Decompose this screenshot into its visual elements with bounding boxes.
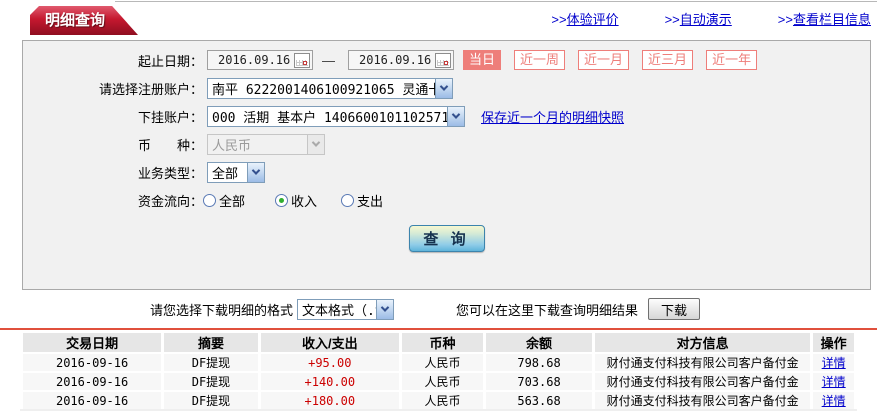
cell-amount: +180.00 — [260, 392, 399, 409]
cell-currency: 人民币 — [401, 354, 484, 371]
save-snapshot-link[interactable]: 保存近一个月的明细快照 — [481, 107, 624, 126]
flow-option-income[interactable]: 收入 — [275, 191, 317, 210]
col-header-summary: 摘要 — [164, 333, 258, 352]
query-button[interactable]: 查 询 — [408, 225, 485, 252]
fund-flow-row: 资金流向： 全部 收入 支出 — [23, 189, 870, 211]
cell-date: 2016-09-16 — [23, 373, 162, 390]
detail-query-page: 明细查询 >>体验评价 >>自动演示 >>查看栏目信息 起止日期： 2016.0… — [0, 0, 877, 411]
date-to-input[interactable]: 2016.09.16 — [348, 50, 454, 70]
calendar-icon[interactable] — [435, 52, 451, 68]
table-row: 2016-09-16 DF提现 +180.00 人民币 563.68 财付通支付… — [23, 392, 854, 409]
tab-detail-query[interactable]: 明细查询 — [30, 6, 138, 35]
col-header-balance: 余额 — [486, 333, 592, 352]
date-to-value: 2016.09.16 — [359, 53, 432, 67]
table-header-row: 交易日期 摘要 收入/支出 币种 余额 对方信息 操作 — [23, 333, 854, 352]
chevron-down-icon — [307, 134, 324, 154]
link-experience-rating[interactable]: >>体验评价 — [551, 9, 618, 28]
sub-account-select[interactable]: 000 活期 基本户 1406600101102571848 — [207, 105, 465, 127]
cell-summary: DF提现 — [164, 354, 258, 371]
cell-summary: DF提现 — [164, 373, 258, 390]
cell-currency: 人民币 — [401, 373, 484, 390]
flow-radio-expense[interactable] — [341, 193, 355, 207]
sub-account-value: 000 活期 基本户 1406600101102571848 — [212, 110, 447, 126]
registered-account-row: 请选择注册账户： 南平 6222001406100921065 灵通卡 — [23, 77, 870, 99]
registered-account-select[interactable]: 南平 6222001406100921065 灵通卡 — [207, 77, 453, 99]
date-from-value: 2016.09.16 — [218, 53, 291, 67]
calendar-icon[interactable] — [294, 52, 310, 68]
cell-summary: DF提现 — [164, 392, 258, 409]
range-button-last-month[interactable]: 近一月 — [578, 50, 630, 70]
query-button-row: 查 询 — [23, 225, 870, 252]
business-type-row: 业务类型： 全部 — [23, 161, 870, 183]
chevron-down-icon[interactable] — [435, 78, 452, 98]
cell-amount: +140.00 — [260, 373, 399, 390]
detail-link[interactable]: 详情 — [822, 375, 846, 389]
range-button-last-year[interactable]: 近一年 — [706, 50, 758, 70]
download-format-select[interactable]: 文本格式（.txt） — [297, 298, 395, 320]
col-header-amount: 收入/支出 — [260, 333, 399, 352]
range-button-last-3-months[interactable]: 近三月 — [642, 50, 694, 70]
header-links: >>体验评价 >>自动演示 >>查看栏目信息 — [551, 0, 871, 36]
cell-counterparty: 财付通支付科技有限公司客户备付金 — [594, 392, 811, 409]
link-view-column-info[interactable]: >>查看栏目信息 — [778, 9, 871, 28]
col-header-currency: 币种 — [401, 333, 484, 352]
download-format-label: 请您选择下载明细的格式 — [150, 302, 294, 318]
business-type-select[interactable]: 全部 — [207, 161, 265, 183]
query-form-panel: 起止日期： 2016.09.16 — 2016.09.16 当日 近一周 近一月… — [22, 40, 871, 290]
results-table-wrap: 交易日期 摘要 收入/支出 币种 余额 对方信息 操作 2016-09-16 D… — [20, 331, 857, 411]
cell-date: 2016-09-16 — [23, 392, 162, 409]
table-row: 2016-09-16 DF提现 +95.00 人民币 798.68 财付通支付科… — [23, 354, 854, 371]
date-separator: — — [322, 52, 335, 68]
table-divider — [0, 328, 877, 330]
cell-balance: 798.68 — [486, 354, 592, 371]
cell-counterparty: 财付通支付科技有限公司客户备付金 — [594, 373, 811, 390]
table-row: 2016-09-16 DF提现 +140.00 人民币 703.68 财付通支付… — [23, 373, 854, 390]
download-button[interactable]: 下载 — [648, 298, 701, 320]
currency-label: 币 种： — [137, 137, 203, 153]
detail-link[interactable]: 详情 — [822, 394, 846, 408]
flow-radio-all[interactable] — [203, 193, 216, 207]
cell-action: 详情 — [813, 392, 854, 409]
download-format-value: 文本格式（.txt） — [302, 303, 376, 319]
date-range-row: 起止日期： 2016.09.16 — 2016.09.16 当日 近一周 近一月… — [23, 49, 870, 71]
cell-amount: +95.00 — [260, 354, 399, 371]
sub-account-label: 下挂账户： — [137, 109, 203, 125]
business-type-label: 业务类型： — [137, 165, 203, 181]
cell-counterparty: 财付通支付科技有限公司客户备付金 — [594, 354, 811, 371]
fund-flow-label: 资金流向： — [137, 193, 203, 209]
download-hint: 您可以在这里下载查询明细结果 — [456, 302, 639, 318]
currency-row: 币 种： 人民币 — [23, 133, 870, 155]
flow-option-expense[interactable]: 支出 — [341, 191, 383, 210]
col-header-counterparty: 对方信息 — [594, 333, 811, 352]
download-row: 请您选择下载明细的格式 文本格式（.txt） 您可以在这里下载查询明细结果 下载 — [0, 290, 877, 328]
sub-account-row: 下挂账户： 000 活期 基本户 1406600101102571848 保存近… — [23, 105, 870, 127]
date-from-input[interactable]: 2016.09.16 — [207, 50, 313, 70]
flow-option-all[interactable]: 全部 — [203, 191, 245, 210]
cell-balance: 703.68 — [486, 373, 592, 390]
results-table: 交易日期 摘要 收入/支出 币种 余额 对方信息 操作 2016-09-16 D… — [20, 331, 857, 411]
col-header-action: 操作 — [813, 333, 854, 352]
registered-account-label: 请选择注册账户： — [98, 81, 203, 97]
link-auto-demo[interactable]: >>自动演示 — [665, 9, 732, 28]
chevron-down-icon[interactable] — [376, 299, 394, 319]
currency-value: 人民币 — [212, 138, 252, 154]
cell-date: 2016-09-16 — [23, 354, 162, 371]
detail-link[interactable]: 详情 — [822, 356, 846, 370]
cell-action: 详情 — [813, 354, 854, 371]
cell-action: 详情 — [813, 373, 854, 390]
flow-radio-income[interactable] — [275, 193, 289, 207]
cell-currency: 人民币 — [401, 392, 484, 409]
col-header-date: 交易日期 — [23, 333, 162, 352]
cell-balance: 563.68 — [486, 392, 592, 409]
chevron-down-icon[interactable] — [247, 162, 264, 182]
date-range-label: 起止日期： — [137, 53, 203, 69]
chevron-down-icon[interactable] — [447, 106, 464, 126]
range-button-last-week[interactable]: 近一周 — [514, 50, 566, 70]
registered-account-value: 南平 6222001406100921065 灵通卡 — [212, 82, 435, 98]
range-button-today[interactable]: 当日 — [463, 50, 502, 70]
business-type-value: 全部 — [212, 166, 239, 182]
currency-select: 人民币 — [207, 133, 325, 155]
